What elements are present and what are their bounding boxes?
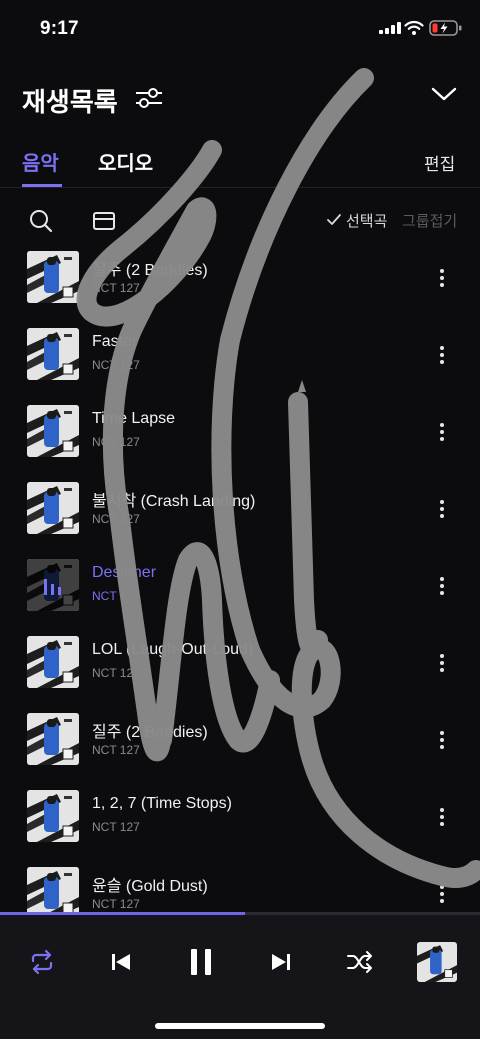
song-title: 질주 (2 Baddies) [92, 262, 208, 279]
song-row[interactable]: Designer NCT 127 [0, 549, 480, 626]
player-bar [0, 915, 480, 1039]
song-title: 윤슬 (Gold Dust) [92, 878, 208, 895]
home-indicator [155, 1023, 325, 1029]
song-title: Time Lapse [92, 410, 175, 427]
repeat-icon[interactable] [28, 948, 56, 976]
album-thumbnail [27, 559, 79, 611]
group-collapse-button[interactable]: 그룹접기 [402, 210, 457, 231]
song-artist: NCT 127 [92, 589, 140, 603]
song-row[interactable]: Faster NCT 127 [0, 318, 480, 395]
more-vertical-icon[interactable] [428, 648, 456, 678]
song-row[interactable]: 불시착 (Crash Landing) NCT 127 [0, 472, 480, 549]
cellular-signal-icon [379, 22, 401, 34]
tab-audio[interactable]: 오디오 [98, 147, 153, 176]
pause-icon[interactable] [187, 946, 215, 978]
more-vertical-icon[interactable] [428, 725, 456, 755]
album-thumbnail [27, 790, 79, 842]
more-vertical-icon[interactable] [428, 263, 456, 293]
album-thumbnail [27, 328, 79, 380]
edit-button[interactable]: 편집 [424, 150, 455, 175]
song-row[interactable]: 1, 2, 7 (Time Stops) NCT 127 [0, 780, 480, 857]
status-time: 9:17 [40, 18, 79, 39]
more-vertical-icon[interactable] [428, 417, 456, 447]
song-title: LOL (Laugh-Out-Loud) [92, 641, 254, 658]
song-title: Designer [92, 564, 157, 581]
select-box-icon[interactable] [92, 210, 118, 232]
song-row[interactable]: Time Lapse NCT 127 [0, 395, 480, 472]
song-artist: NCT 127 [92, 820, 140, 834]
tab-music[interactable]: 음악 [22, 147, 59, 176]
more-vertical-icon[interactable] [428, 571, 456, 601]
more-vertical-icon[interactable] [428, 494, 456, 524]
song-artist: NCT 127 [92, 281, 140, 295]
song-row[interactable]: 질주 (2 Baddies) NCT 127 [0, 703, 480, 780]
song-row[interactable]: LOL (Laugh-Out-Loud) NCT 127 [0, 626, 480, 703]
song-artist: NCT 127 [92, 897, 140, 911]
song-title: 질주 (2 Baddies) [92, 724, 208, 741]
check-icon [327, 214, 341, 225]
album-thumbnail [27, 713, 79, 765]
album-thumbnail [27, 636, 79, 688]
shuffle-icon[interactable] [346, 949, 374, 975]
song-title: 불시착 (Crash Landing) [92, 493, 256, 510]
song-artist: NCT 127 [92, 512, 140, 526]
song-title: 1, 2, 7 (Time Stops) [92, 795, 232, 812]
song-artist: NCT 127 [92, 666, 140, 680]
equalizer-icon [44, 579, 61, 595]
previous-icon[interactable] [110, 950, 134, 974]
wifi-icon [404, 20, 424, 35]
divider [0, 187, 480, 188]
song-row[interactable]: 질주 (2 Baddies) NCT 127 [0, 241, 480, 318]
search-icon[interactable] [28, 208, 54, 234]
more-vertical-icon[interactable] [428, 879, 456, 909]
filter-sliders-icon[interactable] [134, 85, 164, 111]
more-vertical-icon[interactable] [428, 802, 456, 832]
album-thumbnail [27, 251, 79, 303]
song-artist: NCT 127 [92, 358, 140, 372]
song-title: Faster [92, 333, 138, 350]
next-icon[interactable] [268, 950, 292, 974]
album-art-icon[interactable] [417, 942, 457, 982]
chevron-down-icon[interactable] [430, 84, 458, 104]
selected-songs-button[interactable]: 선택곡 [346, 210, 387, 231]
more-vertical-icon[interactable] [428, 340, 456, 370]
album-thumbnail [27, 405, 79, 457]
page-title: 재생목록 [22, 87, 118, 117]
song-artist: NCT 127 [92, 435, 140, 449]
album-thumbnail [27, 482, 79, 534]
song-artist: NCT 127 [92, 743, 140, 757]
battery-icon [429, 20, 462, 36]
